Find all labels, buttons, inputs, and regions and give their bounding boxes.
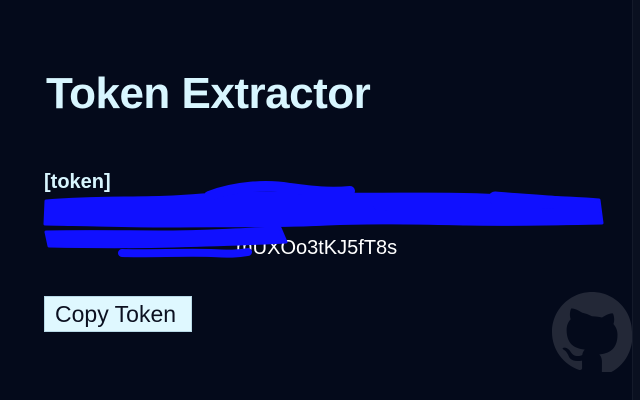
github-link[interactable] bbox=[552, 292, 632, 372]
app-window: Token Extractor [token] mUXOo3tKJ5fT8s C… bbox=[0, 0, 640, 400]
token-value-visible-tail: mUXOo3tKJ5fT8s bbox=[236, 237, 398, 259]
github-icon bbox=[552, 292, 632, 372]
page-title: Token Extractor bbox=[46, 69, 371, 118]
window-edge bbox=[632, 0, 640, 400]
token-value: mUXOo3tKJ5fT8s bbox=[44, 236, 604, 260]
copy-token-button[interactable]: Copy Token bbox=[44, 296, 192, 332]
token-label: [token] bbox=[44, 171, 111, 193]
